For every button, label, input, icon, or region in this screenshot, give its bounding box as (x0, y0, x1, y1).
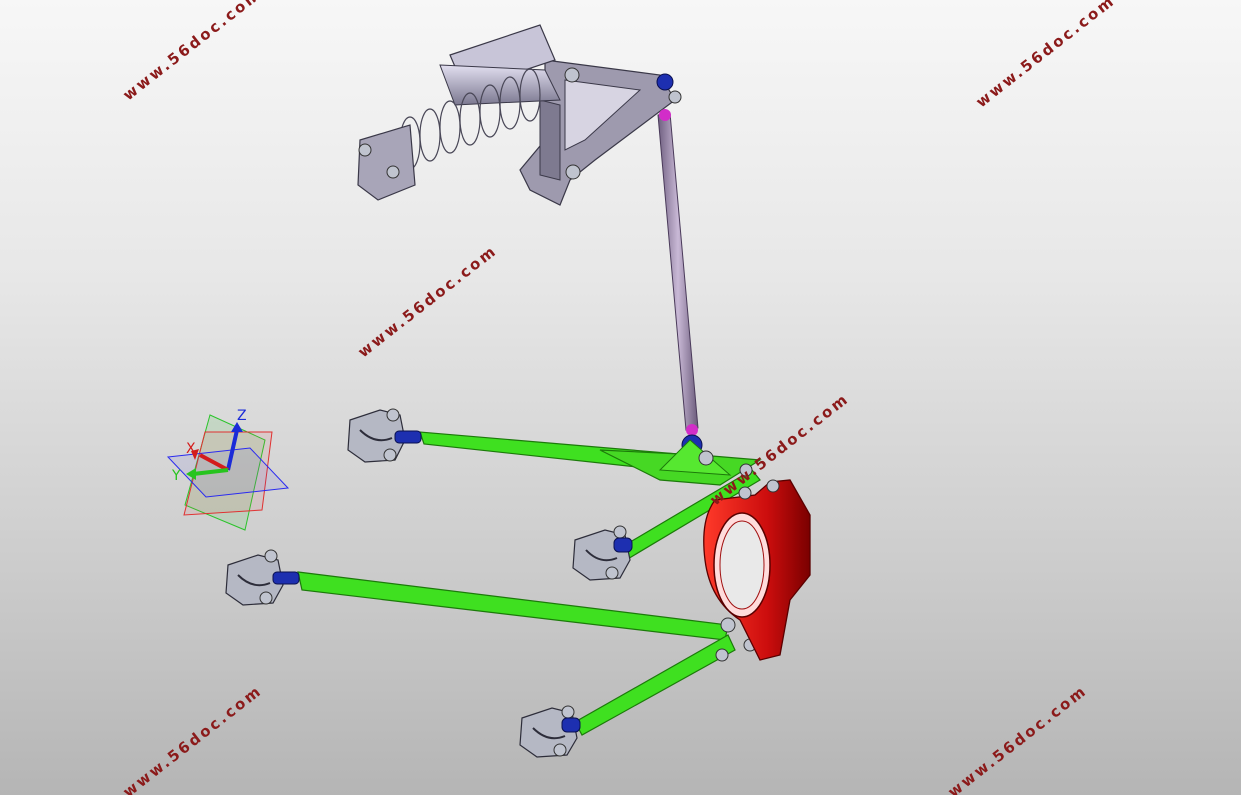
mount-bracket-upper-rear[interactable] (572, 525, 633, 581)
axis-label-x: X (186, 441, 196, 457)
lower-wishbone[interactable] (297, 571, 757, 736)
bolt-icon (565, 164, 581, 180)
xyz-axis-triad-icon: Z X Y (166, 408, 290, 531)
mount-bracket-lower-front[interactable] (225, 549, 300, 606)
bolt-icon (564, 67, 580, 83)
suspension-assembly[interactable]: Z X Y (0, 0, 1241, 795)
mount-bracket-lower-rear[interactable] (519, 705, 581, 758)
pushrod[interactable] (657, 109, 703, 456)
3d-viewport[interactable]: Z X Y www.56doc.com www.56doc.com www.56… (0, 0, 1241, 795)
mount-bracket-upper-front[interactable] (347, 408, 422, 463)
axis-label-z: Z (237, 408, 247, 424)
axis-label-y: Y (171, 468, 181, 484)
